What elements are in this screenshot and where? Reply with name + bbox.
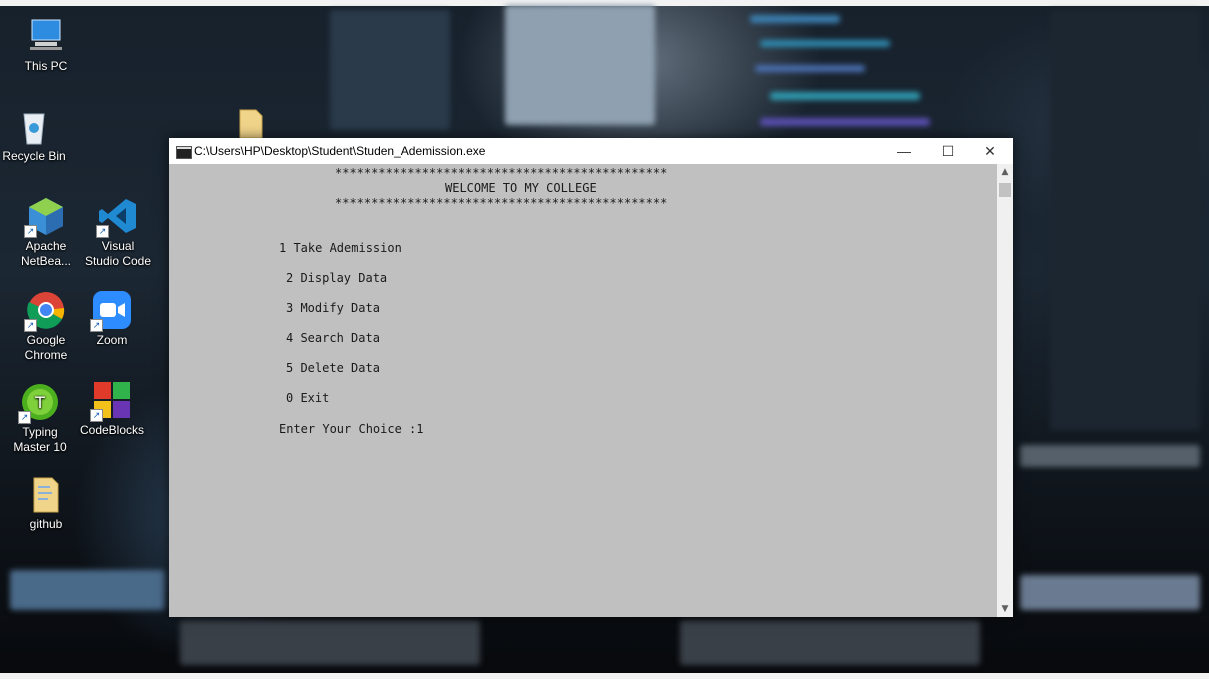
chrome-icon: ↗	[24, 290, 66, 332]
window-titlebar[interactable]: C:\Users\HP\Desktop\Student\Studen_Ademi…	[169, 138, 1013, 164]
menu-item-take-admission: 1 Take Ademission	[279, 241, 402, 255]
desktop-icon-label: github	[29, 517, 63, 531]
console-app-icon	[176, 146, 192, 159]
netbeans-icon: ↗	[24, 196, 66, 238]
scroll-down-icon[interactable]: ▼	[997, 601, 1013, 617]
wallpaper-blur	[10, 570, 165, 610]
svg-text:T: T	[34, 393, 45, 412]
desktop-icon-chrome[interactable]: ↗ Google Chrome	[12, 290, 80, 363]
zoom-icon: ↗	[90, 290, 132, 332]
folder-icon	[26, 474, 66, 514]
desktop-icon-label: This PC	[24, 59, 68, 73]
console-output[interactable]: ****************************************…	[169, 164, 997, 617]
screen-frame-bottom	[0, 673, 1209, 679]
codeblocks-icon: ↗	[90, 380, 132, 422]
desktop-icon-this-pc[interactable]: This PC	[12, 16, 80, 74]
desktop-icon-zoom[interactable]: ↗ Zoom	[78, 290, 146, 348]
desktop-icon-label: Visual Studio Code	[84, 239, 152, 268]
stars-top: ****************************************…	[335, 166, 668, 180]
desktop-icon-recycle-bin[interactable]: Recycle Bin	[0, 106, 68, 164]
wallpaper-blur	[755, 65, 865, 72]
wallpaper-blur	[1050, 10, 1200, 430]
recycle-bin-icon	[14, 106, 54, 146]
desktop-icon-vscode[interactable]: ↗ Visual Studio Code	[84, 196, 152, 269]
desktop-icon-netbeans[interactable]: ↗ Apache NetBea...	[12, 196, 80, 269]
desktop-icon-label: Google Chrome	[24, 333, 68, 362]
console-window[interactable]: C:\Users\HP\Desktop\Student\Studen_Ademi…	[169, 138, 1013, 617]
wallpaper-blur	[760, 118, 930, 126]
wallpaper-blur	[1020, 575, 1200, 610]
desktop-icon-typing-master[interactable]: T ↗ Typing Master 10	[6, 382, 74, 455]
desktop-icon-label: CodeBlocks	[79, 423, 145, 437]
vscode-icon: ↗	[96, 196, 138, 238]
menu-item-display-data: 2 Display Data	[286, 271, 388, 285]
window-title: C:\Users\HP\Desktop\Student\Studen_Ademi…	[194, 144, 486, 158]
menu-item-delete-data: 5 Delete Data	[286, 361, 380, 375]
menu-item-modify-data: 3 Modify Data	[286, 301, 380, 315]
minimize-button[interactable]: —	[881, 138, 927, 164]
desktop-icon-label: Apache NetBea...	[20, 239, 72, 268]
wallpaper-blur	[505, 5, 655, 125]
menu-item-search-data: 4 Search Data	[286, 331, 380, 345]
desktop-icon-label: Zoom	[96, 333, 128, 347]
wallpaper-blur	[750, 15, 840, 23]
welcome-heading: WELCOME TO MY COLLEGE	[445, 181, 597, 195]
this-pc-icon	[26, 16, 66, 56]
wallpaper-blur	[180, 620, 480, 665]
stars-bottom: ****************************************…	[335, 196, 668, 210]
choice-prompt: Enter Your Choice :1	[279, 422, 424, 436]
wallpaper-blur	[770, 92, 920, 100]
desktop-icon-label: Recycle Bin	[2, 149, 66, 163]
folder-icon[interactable]	[238, 106, 266, 139]
desktop-icon-label: Typing Master 10	[13, 425, 67, 454]
typing-master-icon: T ↗	[18, 382, 60, 424]
desktop-icon-github[interactable]: github	[12, 474, 80, 532]
scroll-up-icon[interactable]: ▲	[997, 164, 1013, 180]
maximize-button[interactable]: ☐	[925, 138, 971, 164]
wallpaper-blur	[1020, 445, 1200, 467]
wallpaper-blur	[330, 10, 450, 130]
menu-item-exit: 0 Exit	[286, 391, 330, 405]
wallpaper-blur	[760, 40, 890, 47]
vertical-scrollbar[interactable]: ▲ ▼	[997, 164, 1013, 617]
close-button[interactable]: ✕	[967, 138, 1013, 164]
desktop-icon-codeblocks[interactable]: ↗ CodeBlocks	[78, 380, 146, 438]
wallpaper-blur	[680, 620, 980, 665]
scrollbar-thumb[interactable]	[999, 183, 1011, 197]
